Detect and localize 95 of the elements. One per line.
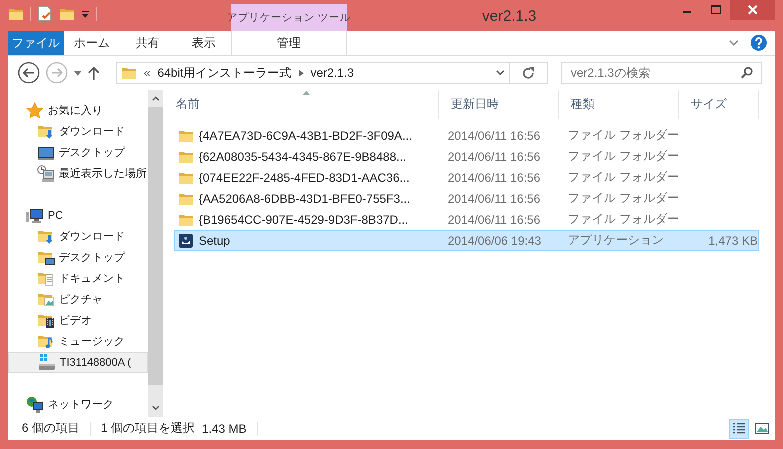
- selection-count: 1 個の項目を選択: [101, 420, 196, 437]
- ribbon-tab[interactable]: ホーム: [64, 31, 120, 55]
- up-button[interactable]: [88, 66, 100, 80]
- nav-item[interactable]: PC: [8, 205, 148, 226]
- maximize-icon[interactable]: [710, 4, 722, 16]
- drive-icon: [38, 354, 56, 372]
- file-row[interactable]: {B19654CC-907E-4529-9D3F-8B37D... 2014/06/11 16:56 ファイル フォルダー: [174, 209, 759, 230]
- nav-item[interactable]: TI31148800A (: [8, 352, 148, 373]
- close-button[interactable]: [730, 0, 775, 20]
- file-type: アプリケーション: [567, 232, 665, 249]
- selection-size: 1.43 MB: [202, 422, 247, 436]
- file-row[interactable]: {62A08035-5434-4345-867E-9B8488... 2014/06/11 16:56 ファイル フォルダー: [174, 146, 759, 167]
- file-type: ファイル フォルダー: [567, 169, 680, 186]
- breadcrumb-arrow-icon[interactable]: [298, 70, 304, 76]
- breadcrumb-segment[interactable]: 64bit用インストーラー式: [158, 64, 292, 82]
- expand-ribbon-icon[interactable]: [729, 40, 739, 46]
- recent-places-icon: [37, 164, 55, 182]
- nav-item-label[interactable]: PC: [48, 210, 64, 222]
- nav-item-label[interactable]: デスクトップ: [59, 145, 125, 160]
- details-view-icon[interactable]: [732, 422, 746, 435]
- modified-date: 2014/06/11 16:56: [447, 128, 542, 142]
- file-name: Setup: [199, 234, 230, 248]
- file-type: ファイル フォルダー: [567, 127, 680, 144]
- file-row[interactable]: {4A7EA73D-6C9A-43B1-BD2F-3F09A... 2014/06/11 16:56 ファイル フォルダー: [174, 125, 759, 146]
- application-icon: [178, 232, 194, 248]
- modified-date: 2014/06/11 16:56: [447, 170, 542, 184]
- ribbon-tab[interactable]: 表示: [176, 31, 232, 55]
- nav-item[interactable]: ダウンロード: [8, 226, 148, 247]
- file-row[interactable]: {AA5206A8-6DBB-43D1-BFE0-755F3... 2014/06/11 16:56 ファイル フォルダー: [174, 188, 759, 209]
- nav-item-label[interactable]: ダウンロード: [59, 229, 125, 244]
- column-header[interactable]: 名前: [176, 96, 200, 113]
- window-title: ver2.1.3: [481, 7, 538, 25]
- modified-date: 2014/06/11 16:56: [447, 150, 542, 164]
- modified-date: 2014/06/11 16:56: [447, 212, 542, 226]
- file-name: {62A08035-5434-4345-867E-9B8488...: [199, 150, 407, 164]
- file-size: 1,473 KB: [708, 234, 759, 248]
- nav-item-label[interactable]: 最近表示した場所: [59, 166, 147, 181]
- scroll-down-icon[interactable]: [152, 406, 160, 411]
- details-view-button[interactable]: [729, 418, 749, 438]
- scroll-up-icon[interactable]: [152, 96, 160, 101]
- star-icon: [26, 102, 44, 120]
- column-header[interactable]: 更新日時: [451, 96, 499, 113]
- nav-item[interactable]: ダウンロード: [8, 121, 148, 142]
- nav-item-label[interactable]: デスクトップ: [59, 250, 125, 265]
- nav-item-label[interactable]: TI31148800A (: [60, 356, 132, 368]
- item-count: 6 個の項目: [22, 420, 80, 437]
- computer-icon: [26, 206, 44, 224]
- large-icons-view-icon[interactable]: [755, 422, 769, 435]
- search-field[interactable]: ver2.1.3の検索: [561, 62, 762, 84]
- nav-item-label[interactable]: ピクチャ: [59, 292, 103, 307]
- nav-item[interactable]: ミュージック: [8, 331, 148, 352]
- ribbon-tab[interactable]: ファイル: [8, 31, 64, 55]
- search-icon[interactable]: [741, 67, 753, 79]
- breadcrumb-segment[interactable]: ver2.1.3: [310, 66, 354, 80]
- nav-item[interactable]: ピクチャ: [8, 289, 148, 310]
- file-name: {B19654CC-907E-4529-9D3F-8B37D...: [199, 212, 408, 226]
- back-button[interactable]: [18, 62, 40, 84]
- properties-icon[interactable]: [37, 6, 53, 22]
- help-icon[interactable]: [751, 35, 767, 51]
- ribbon-tab[interactable]: 管理: [231, 31, 347, 55]
- nav-item[interactable]: デスクトップ: [8, 247, 148, 268]
- nav-item-label[interactable]: ミュージック: [59, 334, 125, 349]
- nav-item[interactable]: ビデオ: [8, 310, 148, 331]
- file-name: {AA5206A8-6DBB-43D1-BFE0-755F3...: [199, 192, 410, 206]
- file-type: ファイル フォルダー: [567, 211, 680, 228]
- recent-locations-dropdown[interactable]: [74, 70, 82, 76]
- file-row[interactable]: Setup 2014/06/06 19:43 アプリケーション 1,473 KB: [174, 230, 759, 251]
- refresh-icon: [522, 66, 535, 80]
- nav-item-label[interactable]: ドキュメント: [59, 271, 125, 286]
- nav-item[interactable]: デスクトップ: [8, 142, 148, 163]
- nav-item-label[interactable]: ダウンロード: [59, 124, 125, 139]
- address-dropdown-icon[interactable]: [496, 70, 504, 76]
- nav-item-label[interactable]: お気に入り: [48, 103, 103, 118]
- file-type: ファイル フォルダー: [567, 148, 680, 165]
- ribbon-tab[interactable]: 共有: [120, 31, 176, 55]
- file-type: ファイル フォルダー: [567, 190, 680, 207]
- modified-date: 2014/06/06 19:43: [447, 234, 542, 248]
- nav-item[interactable]: ドキュメント: [8, 268, 148, 289]
- nav-item[interactable]: 最近表示した場所: [8, 163, 148, 184]
- nav-item-label[interactable]: ネットワーク: [48, 397, 114, 412]
- column-header[interactable]: サイズ: [691, 96, 727, 113]
- nav-item[interactable]: ネットワーク: [8, 394, 148, 415]
- folder-icon: [121, 65, 137, 81]
- refresh-button[interactable]: [510, 62, 548, 84]
- network-icon: [26, 396, 44, 414]
- overflow-chevron[interactable]: «: [144, 66, 151, 80]
- file-row[interactable]: {074EE22F-2485-4FED-83D1-AAC36... 2014/06/11 16:56 ファイル フォルダー: [174, 167, 759, 188]
- close-icon[interactable]: [746, 4, 758, 16]
- customize-dropdown-icon[interactable]: [81, 10, 90, 18]
- nav-item-label[interactable]: ビデオ: [59, 313, 92, 328]
- file-name: {074EE22F-2485-4FED-83D1-AAC36...: [199, 170, 410, 184]
- column-header[interactable]: 種類: [571, 96, 595, 113]
- nav-item[interactable]: お気に入り: [8, 100, 148, 121]
- modified-date: 2014/06/11 16:56: [447, 192, 542, 206]
- file-name: {4A7EA73D-6C9A-43B1-BD2F-3F09A...: [199, 128, 412, 142]
